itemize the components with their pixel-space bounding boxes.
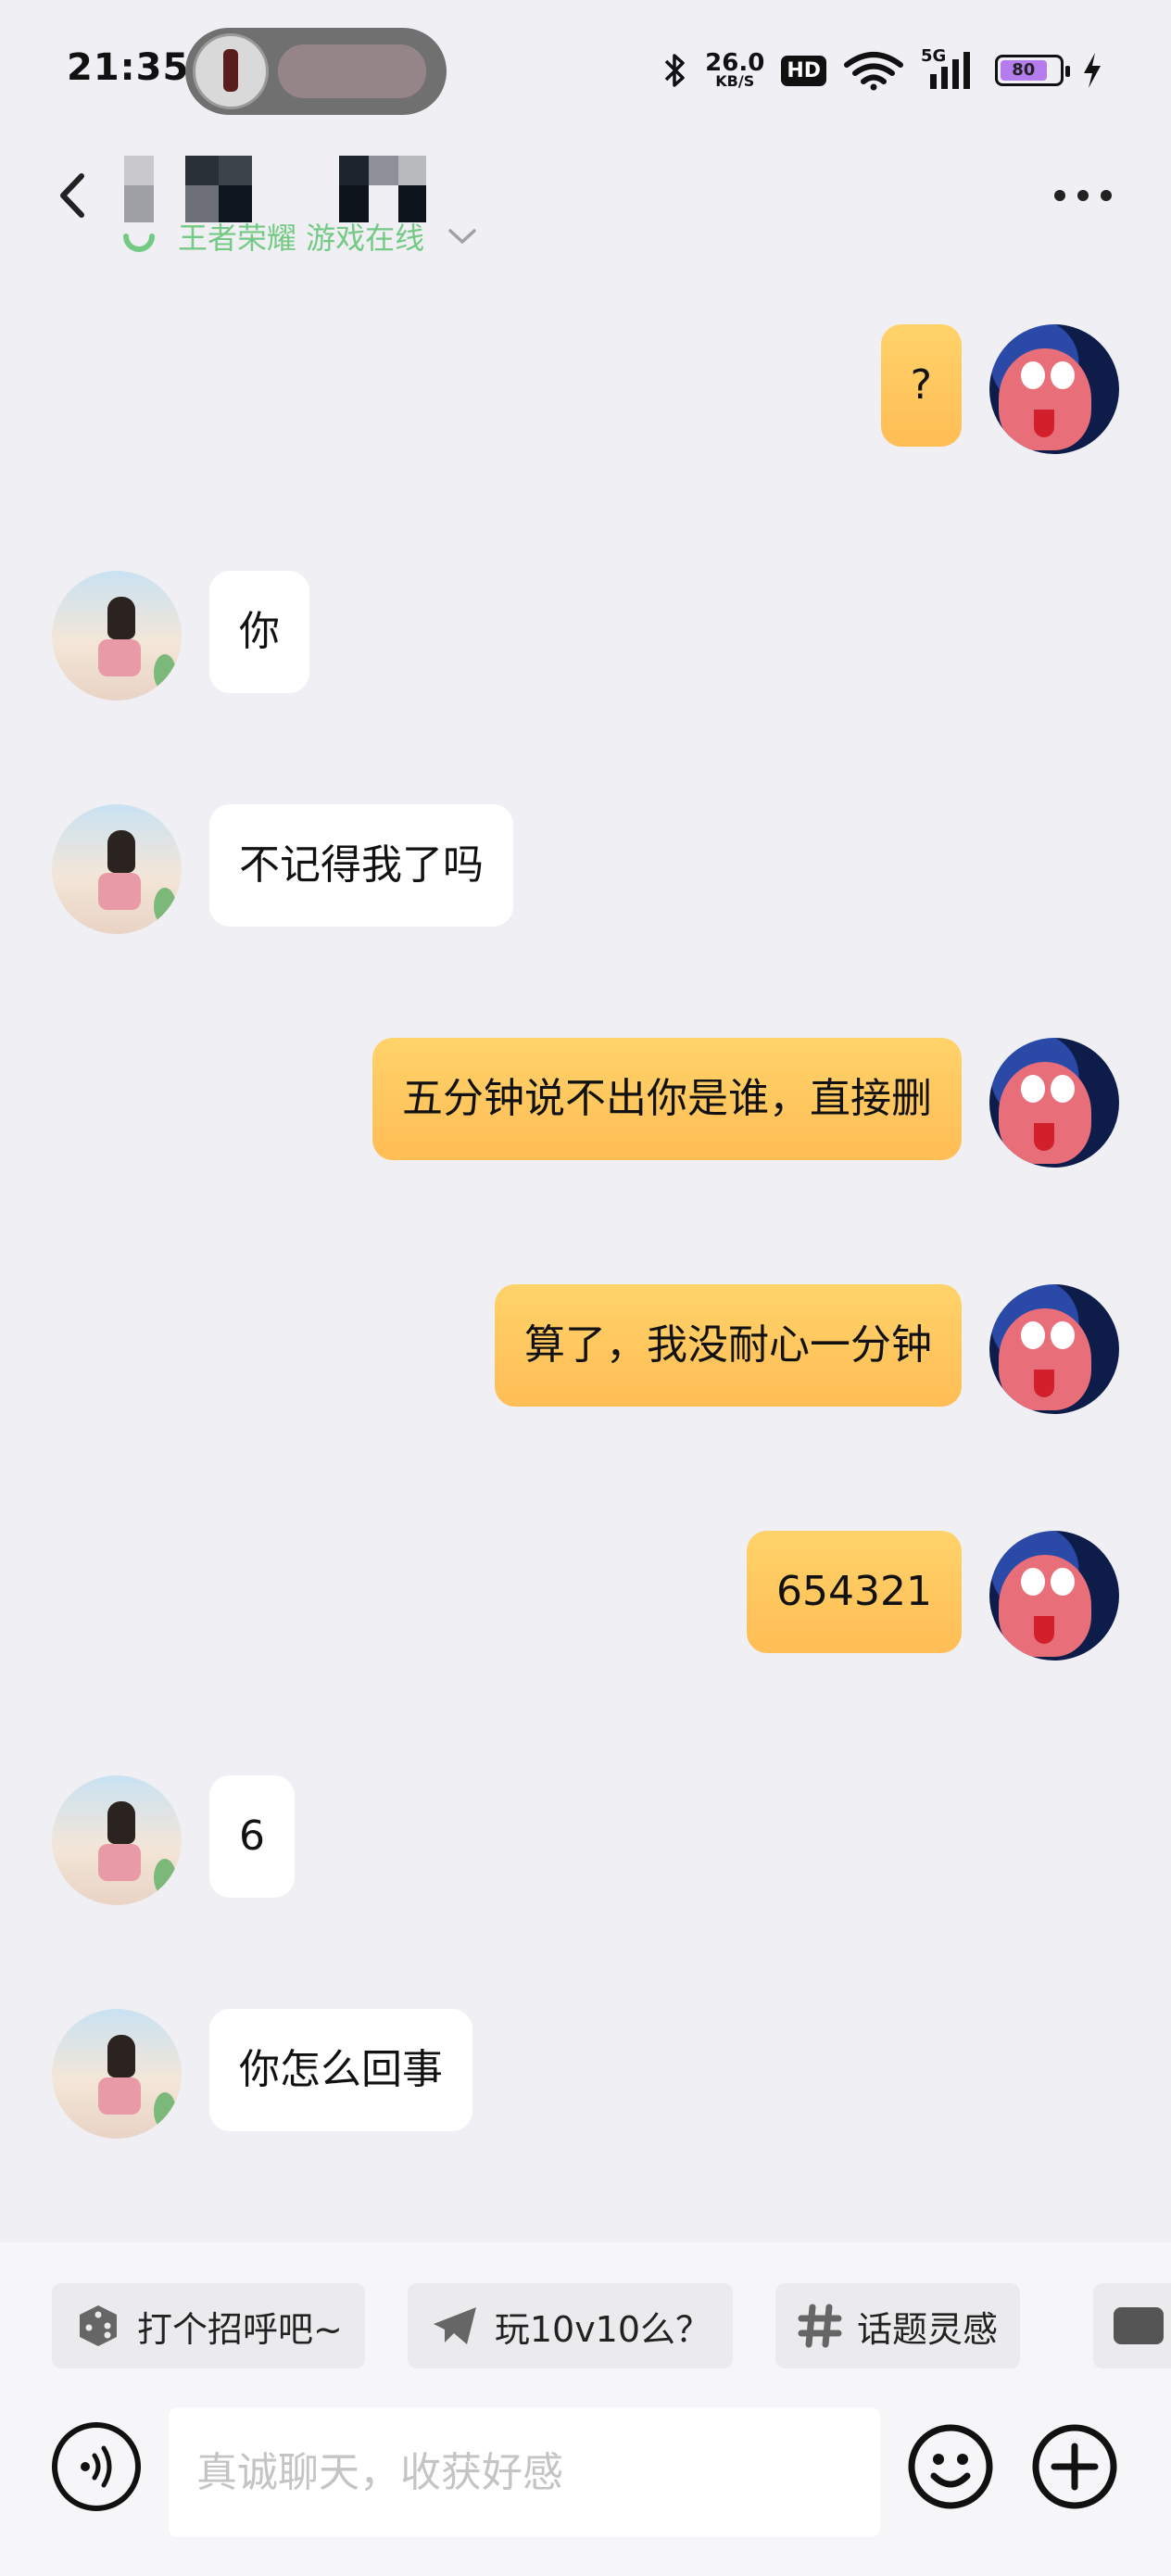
- contact-avatar[interactable]: [52, 804, 182, 934]
- cell-signal: 5G: [921, 46, 978, 91]
- message-bubble[interactable]: ?: [880, 324, 962, 447]
- message-bubble[interactable]: 6: [209, 1775, 295, 1898]
- hd-badge: HD: [781, 55, 826, 86]
- voice-input-icon[interactable]: [52, 2422, 141, 2511]
- clock: 21:35: [67, 46, 190, 89]
- message-bubble[interactable]: 你: [209, 571, 309, 693]
- dice-icon: [80, 2305, 117, 2346]
- contact-avatar[interactable]: [52, 571, 182, 701]
- chevron-down-icon: [448, 229, 476, 244]
- live-activity-thumbnail: [193, 33, 269, 109]
- contact-status[interactable]: 王者荣耀 游戏在线: [120, 215, 478, 258]
- chip-topic-ideas[interactable]: 话题灵感: [775, 2283, 1021, 2368]
- my-avatar[interactable]: [989, 1284, 1119, 1414]
- chat-header: 王者荣耀 游戏在线: [0, 139, 1171, 269]
- more-options-icon[interactable]: [1051, 182, 1115, 209]
- chip-say-hello[interactable]: 打个招呼吧~: [52, 2283, 365, 2368]
- hashtag-icon: [798, 2304, 842, 2348]
- status-bar: 21:35 26.0 KB/S HD 5G 80: [0, 0, 1171, 139]
- message-bubble[interactable]: 五分钟说不出你是谁，直接删: [372, 1038, 962, 1160]
- chip-label: 玩10v10么？: [494, 2308, 711, 2350]
- message-bubble[interactable]: 你怎么回事: [209, 2009, 472, 2131]
- message-bubble[interactable]: 不记得我了吗: [209, 804, 513, 927]
- charging-bolt-icon: [1084, 53, 1101, 88]
- my-avatar[interactable]: [989, 1038, 1119, 1168]
- back-arrow-icon[interactable]: [46, 163, 102, 228]
- chip-label: 话题灵感: [857, 2308, 999, 2350]
- message-incoming: 不记得我了吗: [52, 804, 513, 934]
- composer: [52, 2407, 1127, 2537]
- emoji-icon[interactable]: [906, 2422, 995, 2511]
- message-outgoing: ?: [880, 324, 1119, 454]
- message-outgoing: 五分钟说不出你是谁，直接删: [372, 1038, 1119, 1168]
- battery-level: 80: [1001, 60, 1047, 81]
- contact-status-text: 王者荣耀 游戏在线: [178, 221, 425, 256]
- bluetooth-icon: [664, 54, 685, 87]
- paper-plane-icon: [433, 2307, 476, 2344]
- chip-label: 打个招呼吧~: [137, 2308, 343, 2350]
- add-attachment-icon[interactable]: [1030, 2422, 1119, 2511]
- dynamic-island[interactable]: [185, 28, 447, 115]
- chip-more-partial[interactable]: [1093, 2283, 1171, 2368]
- message-input[interactable]: [169, 2407, 880, 2537]
- signal-bars-icon: [930, 52, 970, 89]
- quick-reply-chips: 打个招呼吧~ 玩10v10么？ 话题灵感: [52, 2283, 1021, 2368]
- status-icons: 26.0 KB/S HD 5G 80: [662, 43, 1104, 98]
- battery-indicator: 80: [995, 55, 1070, 86]
- live-activity-blur: [278, 44, 426, 98]
- wifi-icon: [844, 52, 903, 91]
- message-outgoing: 算了，我没耐心一分钟: [495, 1284, 1119, 1414]
- chip-play-10v10[interactable]: 玩10v10么？: [407, 2283, 734, 2368]
- contact-avatar[interactable]: [52, 1775, 182, 1905]
- network-speed: 26.0 KB/S: [705, 49, 765, 90]
- game-online-icon: [123, 234, 155, 252]
- bottom-input-area: 打个招呼吧~ 玩10v10么？ 话题灵感: [0, 2242, 1171, 2576]
- message-bubble[interactable]: 算了，我没耐心一分钟: [495, 1284, 962, 1407]
- chat-bubble-icon: [1114, 2307, 1164, 2344]
- message-bubble[interactable]: 654321: [747, 1531, 962, 1653]
- message-incoming: 6: [52, 1775, 295, 1905]
- message-outgoing: 654321: [747, 1531, 1119, 1661]
- my-avatar[interactable]: [989, 324, 1119, 454]
- message-incoming: 你: [52, 571, 309, 701]
- message-incoming: 你怎么回事: [52, 2009, 472, 2139]
- my-avatar[interactable]: [989, 1531, 1119, 1661]
- contact-avatar[interactable]: [52, 2009, 182, 2139]
